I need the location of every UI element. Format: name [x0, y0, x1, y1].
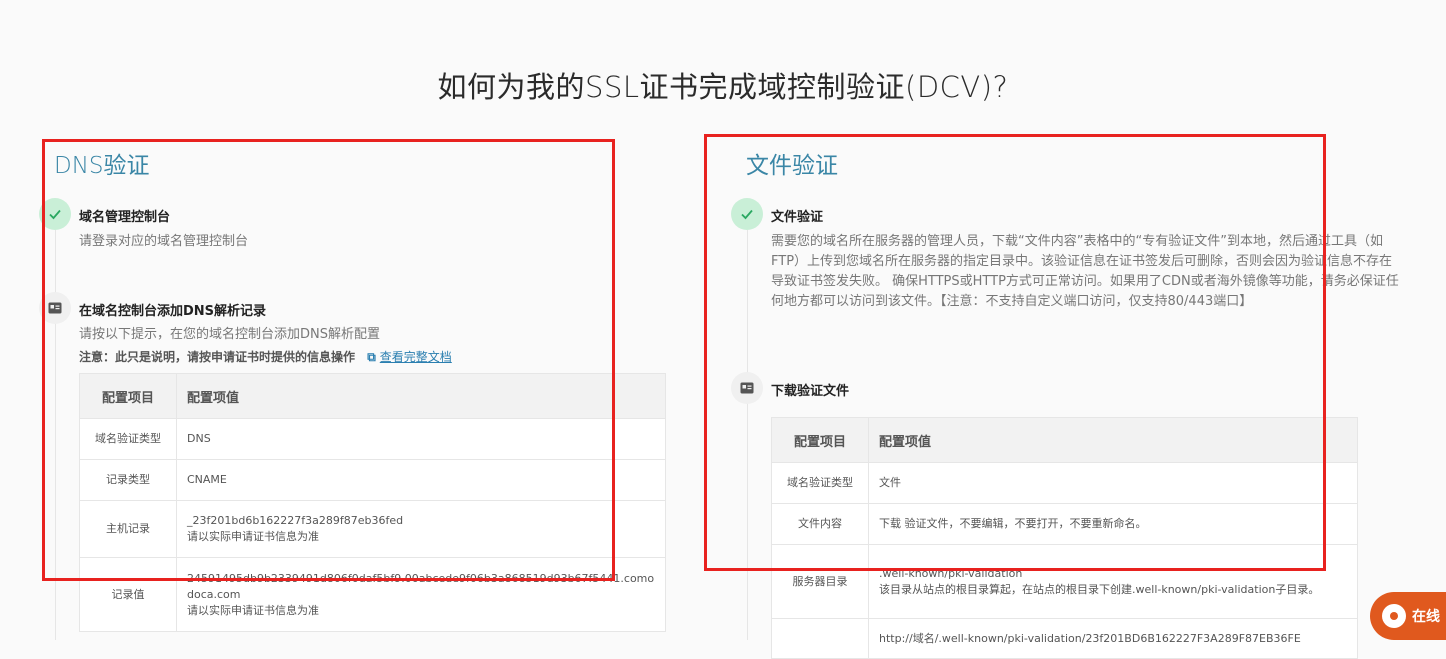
online-chat-button[interactable]: 在线: [1370, 592, 1446, 640]
cell-sub: 该目录从站点的根目录算起，在站点的根目录下创建.well-known/pki-v…: [879, 582, 1320, 596]
table-row: http://域名/.well-known/pki-validation/23f…: [771, 618, 1358, 659]
cell-sub: 请以实际申请证书信息为准: [187, 603, 319, 617]
page-title: 如何为我的SSL证书完成域控制验证(DCV)?: [437, 70, 1009, 104]
table-cell-value: http://域名/.well-known/pki-validation/23f…: [868, 618, 1358, 659]
table-cell-key: [771, 618, 869, 659]
chat-bubble-icon: [1382, 604, 1406, 628]
highlight-box-file: [704, 134, 1326, 571]
chat-label: 在线: [1412, 609, 1440, 625]
highlight-box-dns: [42, 139, 615, 581]
